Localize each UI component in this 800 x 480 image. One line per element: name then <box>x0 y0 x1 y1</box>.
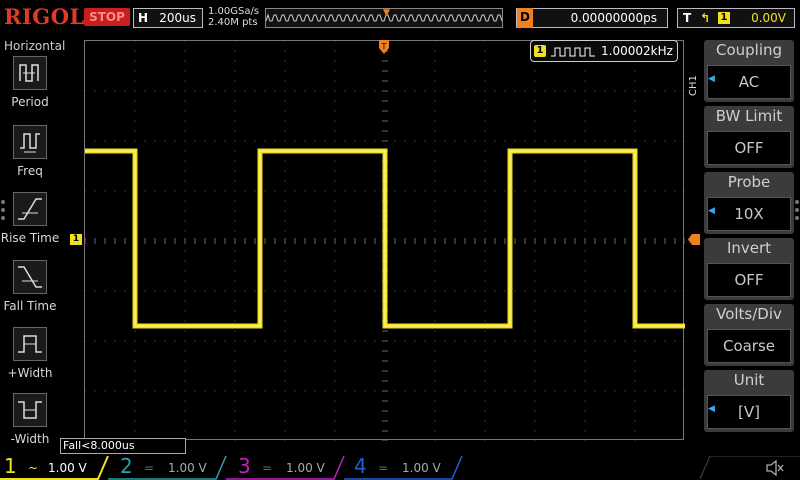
channel-3-coupling-icon: = <box>262 461 273 475</box>
measure-period-label: Period <box>11 95 49 109</box>
left-scroll-indicator <box>1 200 5 224</box>
menu-arrow-icon: ◀ <box>708 404 715 414</box>
menu-volts-div[interactable]: Volts/Div Coarse <box>704 304 794 366</box>
menu-probe-title: Probe <box>727 173 771 191</box>
menu-probe[interactable]: Probe 10X ◀ <box>704 172 794 234</box>
trigger-position-text: T <box>381 42 387 51</box>
frequency-value: 1.00002kHz <box>601 44 673 58</box>
channel-1-scale: 1.00 V <box>48 461 87 475</box>
channel-4-number: 4 <box>354 454 367 478</box>
menu-arrow-icon: ◀ <box>708 206 715 216</box>
measure-rise-time-label: Rise Time <box>0 231 60 245</box>
trigger-level-marker[interactable] <box>688 234 700 245</box>
menu-coupling-value: AC <box>707 65 791 99</box>
channel-menu-tab-label: CH1 <box>688 75 699 96</box>
menu-bw-limit-title: BW Limit <box>715 107 783 125</box>
channel-1-number: 1 <box>4 454 17 478</box>
timebase-value: 200us <box>159 11 196 25</box>
timebase-label: H <box>138 11 149 25</box>
trigger-label: T <box>683 11 692 25</box>
channel-2-number: 2 <box>120 454 133 478</box>
sample-rate: 1.00GSa/s <box>208 6 260 17</box>
frequency-readout: 1 1.00002kHz <box>530 40 678 62</box>
measure-rise-time[interactable]: Rise Time <box>0 192 60 252</box>
menu-bw-limit-value: OFF <box>707 131 791 165</box>
menu-volts-div-value: Coarse <box>707 329 791 363</box>
channel-3-scale: 1.00 V <box>286 461 325 475</box>
rise-time-icon <box>13 192 47 226</box>
fall-time-icon <box>13 260 47 294</box>
ch1-trace-highlight <box>85 150 685 327</box>
square-wave-icon <box>551 47 595 57</box>
menu-arrow-icon: ◀ <box>708 74 715 84</box>
menu-probe-value: 10X <box>707 197 791 231</box>
acquisition-info: 1.00GSa/s 2.40M pts <box>208 6 259 28</box>
channel-1-status[interactable]: 1 ~ 1.00 V <box>0 454 104 480</box>
trigger-display[interactable]: T ↰ 1 0.00V <box>677 8 795 28</box>
channel-1-coupling-icon: ~ <box>28 461 39 475</box>
period-icon <box>13 56 47 90</box>
delay-label: D <box>517 8 533 28</box>
speaker-mute-icon[interactable] <box>765 458 785 478</box>
measure-freq-label: Freq <box>17 164 43 178</box>
measure-fall-time[interactable]: Fall Time <box>0 260 60 320</box>
channel-3-status[interactable]: 3 = 1.00 V <box>234 454 338 480</box>
measure-positive-width[interactable]: +Width <box>0 327 60 387</box>
timebase-display[interactable]: H 200us <box>133 8 203 28</box>
channel-3-number: 3 <box>238 454 251 478</box>
measure-panel: Horizontal Period Freq Rise Time Fall Ti… <box>0 36 66 456</box>
rising-edge-icon: ↰ <box>700 11 711 25</box>
measurement-status-message: Fall<8.000us <box>60 438 186 454</box>
trigger-level-value: 0.00V <box>751 11 786 25</box>
memory-depth: 2.40M pts <box>208 17 258 28</box>
menu-unit-title: Unit <box>733 371 765 389</box>
channel-2-coupling-icon: = <box>144 461 155 475</box>
waveform-graticule[interactable] <box>84 40 685 441</box>
delay-value: 0.00000000ps <box>570 11 657 25</box>
brand-logo: RIGOL <box>4 4 85 29</box>
menu-bw-limit[interactable]: BW Limit OFF <box>704 106 794 168</box>
menu-invert-value: OFF <box>707 263 791 297</box>
menu-invert[interactable]: Invert OFF <box>704 238 794 300</box>
menu-volts-div-title: Volts/Div <box>716 305 782 323</box>
right-scroll-indicator <box>795 200 799 224</box>
measure-negative-width[interactable]: -Width <box>0 393 60 453</box>
channel-4-scale: 1.00 V <box>402 461 441 475</box>
channel-2-status[interactable]: 2 = 1.00 V <box>116 454 220 480</box>
measure-period[interactable]: Period <box>0 56 60 116</box>
ch1-waveform <box>85 148 685 329</box>
negative-width-icon <box>13 393 47 427</box>
trigger-position-icon: ▼ <box>383 8 390 18</box>
ch1-offset-marker[interactable]: 1 <box>70 234 82 245</box>
measure-freq[interactable]: Freq <box>0 125 60 185</box>
menu-unit-value: [V] <box>707 395 791 429</box>
channel-4-status[interactable]: 4 = 1.00 V <box>350 454 454 480</box>
top-status-bar: RIGOL STOP H 200us 1.00GSa/s 2.40M pts ▼… <box>0 0 800 36</box>
menu-unit[interactable]: Unit [V] ◀ <box>704 370 794 432</box>
run-stop-indicator[interactable]: STOP <box>84 8 130 26</box>
channel-menu-tab: CH1 <box>684 60 702 120</box>
menu-invert-title: Invert <box>726 239 772 257</box>
channel-4-coupling-icon: = <box>378 461 389 475</box>
positive-width-icon <box>13 327 47 361</box>
measure-negative-width-label: -Width <box>10 432 50 446</box>
channel-menu: Coupling AC ◀ BW Limit OFF Probe 10X ◀ I… <box>704 40 794 432</box>
menu-coupling[interactable]: Coupling AC ◀ <box>704 40 794 102</box>
trigger-source-badge: 1 <box>718 12 730 24</box>
channel-status-bar: 1 ~ 1.00 V 2 = 1.00 V 3 = 1.00 V 4 = 1.0… <box>0 454 800 480</box>
measure-positive-width-label: +Width <box>7 366 53 380</box>
measure-fall-time-label: Fall Time <box>3 299 57 313</box>
frequency-channel-badge: 1 <box>534 45 546 57</box>
channel-2-scale: 1.00 V <box>168 461 207 475</box>
memory-overview-strip[interactable]: ▼ <box>265 8 503 28</box>
measure-panel-title: Horizontal <box>4 39 66 53</box>
trigger-position-marker[interactable]: T <box>379 40 389 56</box>
horizontal-delay-display[interactable]: D 0.00000000ps <box>516 8 668 28</box>
freq-icon <box>13 125 47 159</box>
menu-coupling-title: Coupling <box>715 41 783 59</box>
